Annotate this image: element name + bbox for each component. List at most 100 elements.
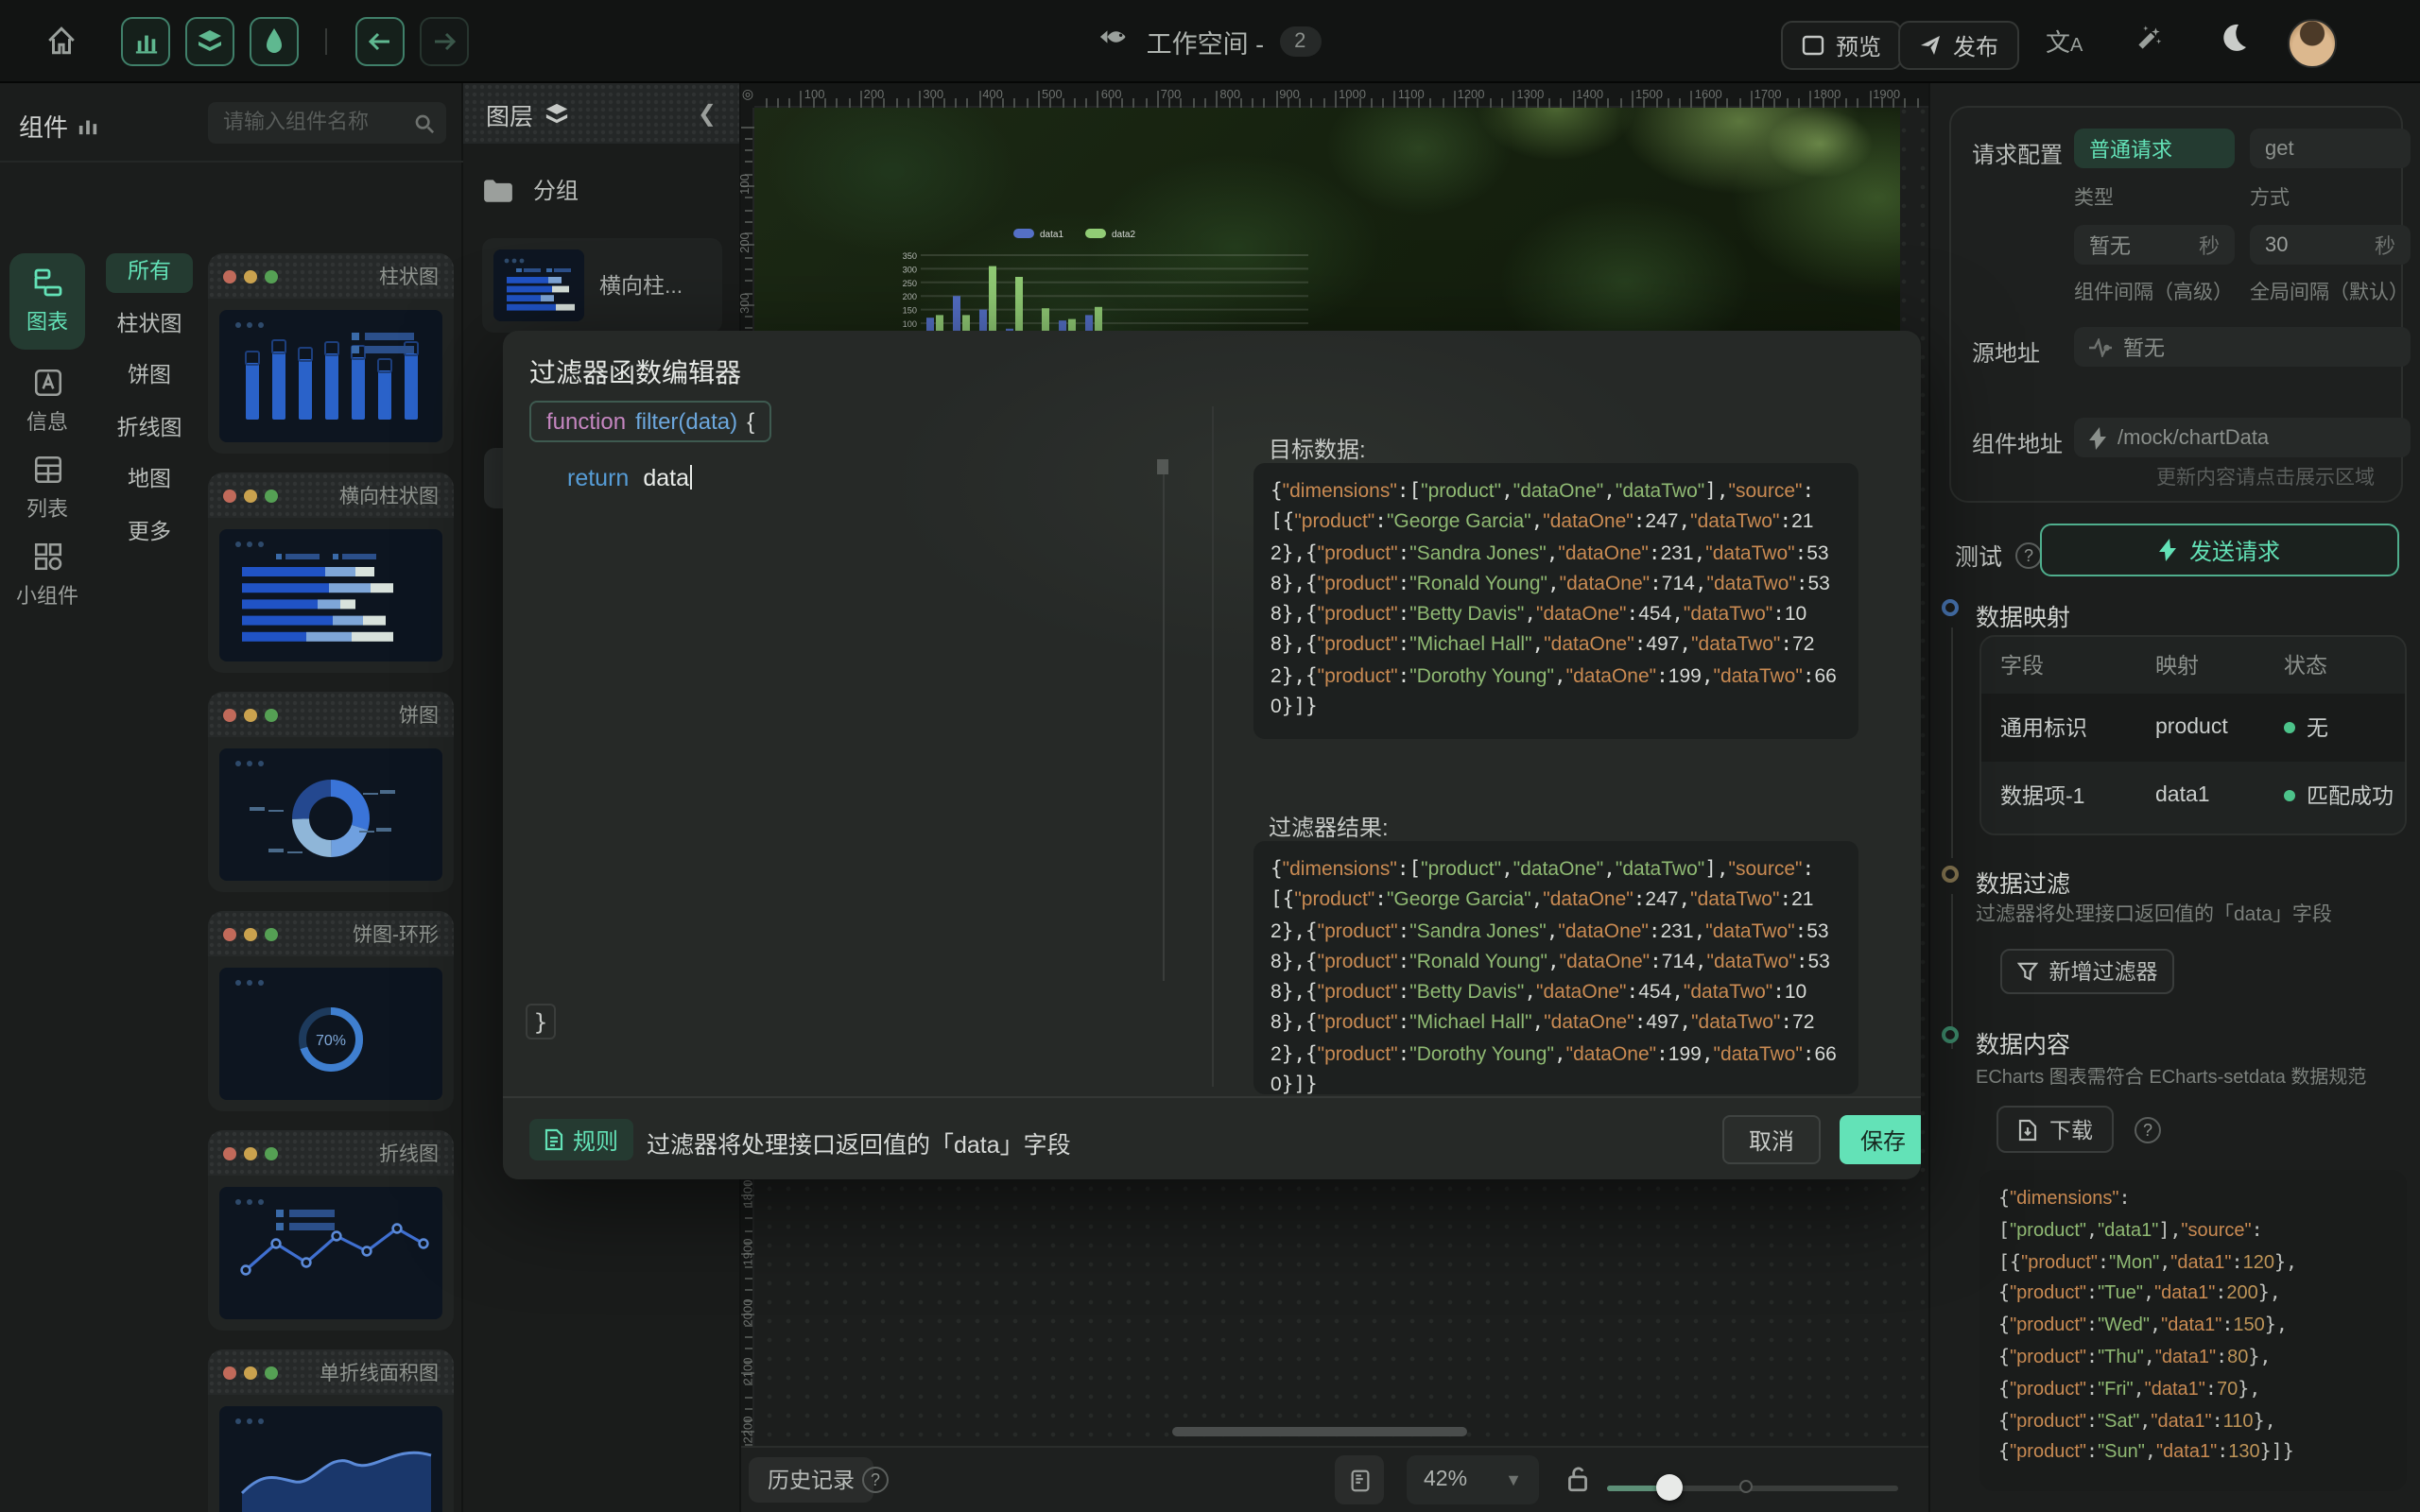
subcategory-6[interactable]: 更多 bbox=[106, 513, 193, 553]
zoom-select[interactable]: 42% ▼ bbox=[1407, 1455, 1539, 1504]
file-download-icon bbox=[2017, 1118, 2038, 1141]
source-label: 源地址 bbox=[1972, 336, 2040, 369]
zoom-slider[interactable] bbox=[1607, 1486, 1898, 1491]
component-card-bar[interactable]: 柱状图 bbox=[208, 253, 454, 454]
text-cursor bbox=[689, 465, 691, 490]
table-icon bbox=[31, 454, 63, 486]
canvas-bar-chart-component[interactable]: 350300250200150100data1 data2 bbox=[896, 223, 1331, 342]
search-icon bbox=[414, 112, 435, 133]
help-icon[interactable]: ? bbox=[2015, 541, 2042, 568]
layer-thumbnail bbox=[493, 249, 584, 321]
filter-result-json[interactable]: {"dimensions":["product","dataOne","data… bbox=[1253, 841, 1858, 1094]
text-info-icon bbox=[31, 367, 63, 399]
type-sublabel: 类型 bbox=[2074, 183, 2114, 212]
mapping-header-row: 字段映射状态 bbox=[1981, 637, 2405, 694]
component-card-pie[interactable]: 饼图 bbox=[208, 692, 454, 892]
preview-button[interactable]: 预览 bbox=[1781, 21, 1902, 70]
cancel-button[interactable]: 取消 bbox=[1722, 1115, 1821, 1164]
category-charts[interactable]: 图表 bbox=[9, 253, 85, 350]
avatar[interactable] bbox=[2288, 19, 2337, 68]
svg-text:300: 300 bbox=[903, 265, 917, 274]
canvas-bottom-toolbar: 历史记录 ? 42% ▼ bbox=[741, 1446, 1928, 1512]
modal-divider bbox=[1212, 406, 1214, 1087]
filter-result-label: 过滤器结果: bbox=[1269, 811, 1389, 843]
data-mapping-title: 数据映射 bbox=[1976, 597, 2070, 633]
workspace-title-text[interactable]: 工作空间 - bbox=[1147, 23, 1265, 60]
category-list[interactable]: 列表 bbox=[9, 454, 85, 524]
panel-toggle-button[interactable] bbox=[1335, 1455, 1384, 1504]
layer-group-label: 分组 bbox=[533, 174, 579, 206]
function-signature-tag: function filter(data) { bbox=[529, 401, 771, 442]
svg-text:70%: 70% bbox=[316, 1033, 346, 1049]
layers-header: 图层 ❮ bbox=[463, 83, 739, 144]
component-card-area[interactable]: 单折线面积图 bbox=[208, 1349, 454, 1512]
ruler-corner-icon[interactable]: ◎ bbox=[741, 83, 754, 108]
translate-icon[interactable]: 文A bbox=[2046, 23, 2083, 59]
add-filter-button[interactable]: 新增过滤器 bbox=[2000, 949, 2174, 994]
moon-theme-icon[interactable] bbox=[2218, 23, 2248, 62]
component-card-line[interactable]: 折线图 bbox=[208, 1130, 454, 1331]
download-button[interactable]: 下载 bbox=[1996, 1106, 2114, 1153]
horizontal-scrollbar[interactable] bbox=[1172, 1427, 1467, 1436]
rule-badge: 规则 bbox=[529, 1119, 633, 1160]
unlock-icon[interactable] bbox=[1565, 1465, 1590, 1503]
card-preview bbox=[219, 529, 442, 662]
send-request-button[interactable]: 发送请求 bbox=[2040, 524, 2399, 576]
subcategory-5[interactable]: 地图 bbox=[106, 461, 193, 501]
subcategory-4[interactable]: 折线图 bbox=[106, 409, 193, 449]
help-icon[interactable]: ? bbox=[2135, 1117, 2161, 1143]
publish-button[interactable]: 发布 bbox=[1898, 21, 2019, 70]
code-editor-line[interactable]: return data bbox=[567, 463, 691, 491]
slider-handle[interactable] bbox=[1656, 1474, 1683, 1501]
send-icon bbox=[1919, 34, 1942, 57]
slider-100-marker bbox=[1739, 1480, 1753, 1493]
search-input[interactable] bbox=[219, 110, 414, 136]
layer-group-row[interactable]: 分组 bbox=[482, 174, 579, 206]
timeline-dot-content bbox=[1942, 1026, 1959, 1043]
request-method-chip[interactable]: get bbox=[2250, 129, 2411, 168]
category-info[interactable]: 信息 bbox=[9, 367, 85, 437]
editor-scrollbar-track[interactable] bbox=[1163, 459, 1165, 981]
component-card-ring[interactable]: 饼图-环形 70% bbox=[208, 911, 454, 1111]
mapping-table: 字段映射状态 通用标识product无 数据项-1data1匹配成功 bbox=[1979, 635, 2407, 835]
subcategory-2[interactable]: 柱状图 bbox=[106, 305, 193, 345]
target-data-label: 目标数据: bbox=[1269, 433, 1366, 465]
folder-icon bbox=[482, 177, 514, 203]
components-panel-header: 组件 bbox=[0, 83, 463, 163]
source-input[interactable]: 暂无 bbox=[2074, 327, 2411, 367]
timeline-dot-mapping bbox=[1942, 599, 1959, 616]
request-config-card: 请求配置 普通请求 get 类型 方式 暂无秒 30秒 组件间隔（高级） 全局间… bbox=[1949, 106, 2403, 503]
component-url-label: 组件地址 bbox=[1972, 427, 2063, 459]
traffic-dots-icon bbox=[223, 708, 278, 721]
magic-wand-icon[interactable] bbox=[2133, 23, 2165, 64]
component-search[interactable] bbox=[208, 102, 446, 144]
layer-item[interactable]: 横向柱... bbox=[482, 238, 722, 333]
data-content-json[interactable]: {"dimensions": ["product","data1"],"sour… bbox=[1979, 1170, 2407, 1491]
collapse-panel-icon[interactable]: ❮ bbox=[698, 100, 717, 127]
card-title: 饼图 bbox=[399, 700, 439, 729]
component-card-hbar[interactable]: 横向柱状图 bbox=[208, 472, 454, 673]
modal-footer: 规则 过滤器将处理接口返回值的「data」字段 取消 保存 bbox=[503, 1096, 1921, 1179]
help-icon[interactable]: ? bbox=[862, 1467, 889, 1493]
global-interval-input[interactable]: 30秒 bbox=[2250, 225, 2411, 265]
card-header: 横向柱状图 bbox=[208, 472, 454, 518]
save-button[interactable]: 保存 bbox=[1840, 1115, 1921, 1164]
request-type-chip[interactable]: 普通请求 bbox=[2074, 129, 2235, 168]
component-url-input[interactable]: /mock/chartData bbox=[2074, 418, 2411, 457]
traffic-dots-icon bbox=[223, 269, 278, 283]
subcategory-list: 所有柱状图饼图折线图地图更多 bbox=[93, 163, 204, 1512]
editor-scrollbar-handle[interactable] bbox=[1157, 459, 1168, 474]
subcategory-1[interactable]: 所有 bbox=[106, 253, 193, 293]
component-interval-input[interactable]: 暂无秒 bbox=[2074, 225, 2235, 265]
layers-icon bbox=[544, 101, 569, 126]
card-title: 柱状图 bbox=[379, 262, 439, 290]
category-widgets[interactable]: 小组件 bbox=[9, 541, 85, 610]
target-data-json[interactable]: {"dimensions":["product","dataOne","data… bbox=[1253, 463, 1858, 739]
history-button[interactable]: 历史记录 bbox=[749, 1457, 873, 1503]
bar-chart-icon bbox=[78, 115, 98, 136]
card-preview bbox=[219, 310, 442, 442]
widgets-icon bbox=[31, 541, 63, 573]
card-header: 饼图 bbox=[208, 692, 454, 737]
subcategory-3[interactable]: 饼图 bbox=[106, 357, 193, 397]
data-content-title: 数据内容 bbox=[1976, 1024, 2070, 1060]
